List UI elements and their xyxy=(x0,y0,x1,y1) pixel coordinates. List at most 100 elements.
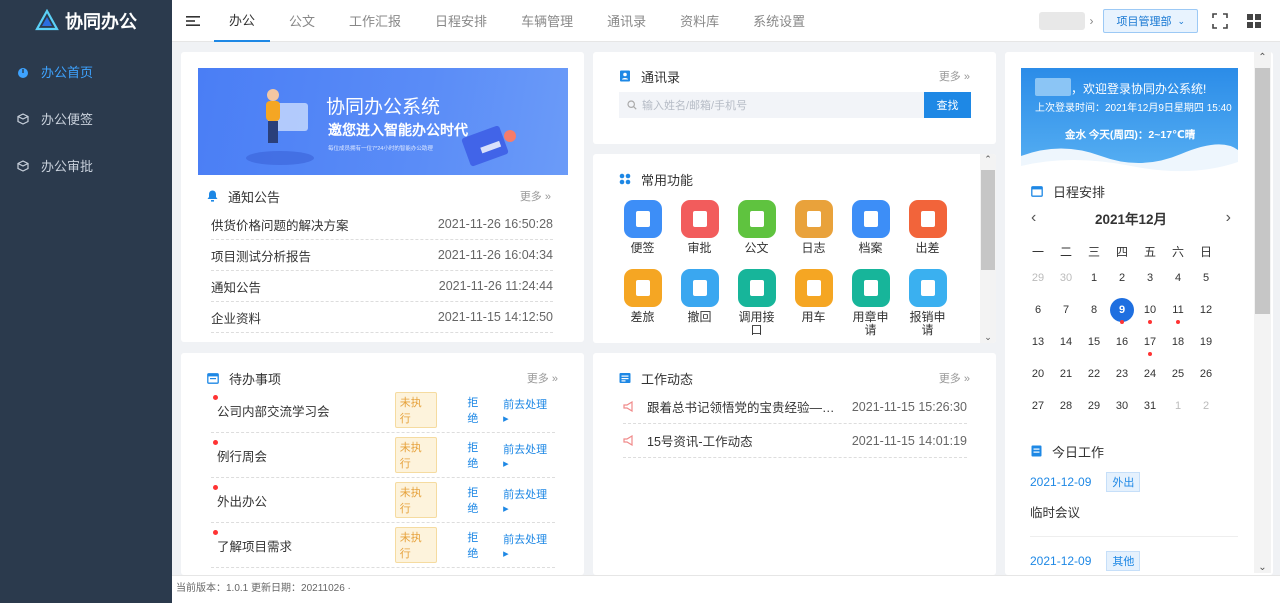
scroll-thumb[interactable] xyxy=(981,170,995,270)
reject-button[interactable]: 拒绝 xyxy=(467,439,489,471)
calendar-day[interactable]: 20 xyxy=(1024,358,1052,390)
notice-row[interactable]: 企业资料 2021-11-15 14:12:50 xyxy=(211,302,553,333)
contacts-title: 通讯录 xyxy=(641,69,681,85)
calendar-day[interactable]: 25 xyxy=(1164,358,1192,390)
menu-toggle-button[interactable] xyxy=(172,15,214,27)
contacts-more-link[interactable]: 更多 » xyxy=(939,68,970,84)
app-logo[interactable]: 协同办公 xyxy=(0,0,172,42)
calendar-day[interactable]: 29 xyxy=(1080,390,1108,422)
calendar-day[interactable]: 2 xyxy=(1192,390,1220,422)
todo-more-link[interactable]: 更多 » xyxy=(527,370,558,386)
logo-icon xyxy=(35,9,59,31)
scroll-thumb[interactable] xyxy=(1255,68,1270,314)
user-avatar[interactable] xyxy=(1039,12,1086,30)
reject-button[interactable]: 拒绝 xyxy=(467,394,489,426)
function-reimburse[interactable]: 报销申请 xyxy=(899,269,956,337)
calendar-day[interactable]: 22 xyxy=(1080,358,1108,390)
function-travel[interactable]: 差旅 xyxy=(614,269,671,337)
calendar-day[interactable]: 26 xyxy=(1192,358,1220,390)
function-archive[interactable]: 档案 xyxy=(842,200,899,255)
function-withdraw[interactable]: 撤回 xyxy=(671,269,728,337)
function-notes[interactable]: 便签 xyxy=(614,200,671,255)
process-button[interactable]: 前去处理 ▸ xyxy=(503,396,555,425)
tab-library[interactable]: 资料库 xyxy=(665,0,734,42)
grid-icon[interactable] xyxy=(1246,13,1262,29)
tab-vehicles[interactable]: 车辆管理 xyxy=(506,0,588,42)
calendar-day[interactable]: 29 xyxy=(1024,262,1052,294)
contact-search-input[interactable]: 输入姓名/邮箱/手机号 xyxy=(619,92,924,118)
calendar-day[interactable]: 12 xyxy=(1192,294,1220,326)
work-item[interactable]: 临时会议 xyxy=(1030,502,1238,537)
scroll-down-icon[interactable]: ⌄ xyxy=(1254,562,1271,573)
calendar-day[interactable]: 15 xyxy=(1080,326,1108,358)
function-log[interactable]: 日志 xyxy=(785,200,842,255)
notice-row[interactable]: 供货价格问题的解决方案 2021-11-26 16:50:28 xyxy=(211,209,553,240)
calendar-day[interactable]: 7 xyxy=(1052,294,1080,326)
calendar-day[interactable]: 19 xyxy=(1192,326,1220,358)
notice-row[interactable]: 通知公告 2021-11-26 11:24:44 xyxy=(211,271,553,302)
calendar-day[interactable]: 18 xyxy=(1164,326,1192,358)
sidebar-item-notes[interactable]: 办公便签 xyxy=(0,95,172,142)
process-button[interactable]: 前去处理 ▸ xyxy=(503,531,555,560)
calendar-day[interactable]: 31 xyxy=(1136,390,1164,422)
calendar-day[interactable]: 16 xyxy=(1108,326,1136,358)
calendar-day[interactable]: 30 xyxy=(1052,262,1080,294)
functions-scrollbar[interactable]: ⌃ ⌄ xyxy=(980,154,996,343)
scroll-down-icon[interactable]: ⌄ xyxy=(980,332,996,343)
notice-row[interactable]: 项目测试分析报告 2021-11-26 16:04:34 xyxy=(211,240,553,271)
calendar-day[interactable]: 14 xyxy=(1052,326,1080,358)
calendar-day[interactable]: 28 xyxy=(1052,390,1080,422)
news-row[interactable]: 15号资讯-工作动态 2021-11-15 14:01:19 xyxy=(623,424,967,458)
calendar-day[interactable]: 23 xyxy=(1108,358,1136,390)
function-vehicle[interactable]: 用车 xyxy=(785,269,842,337)
calendar-day[interactable]: 2 xyxy=(1108,262,1136,294)
fullscreen-icon[interactable] xyxy=(1212,13,1228,29)
tab-schedule[interactable]: 日程安排 xyxy=(420,0,502,42)
functions-title: 常用功能 xyxy=(641,172,694,188)
news-row-date: 2021-11-15 15:26:30 xyxy=(851,399,967,414)
calendar-day[interactable]: 24 xyxy=(1136,358,1164,390)
scroll-up-icon[interactable]: ⌃ xyxy=(980,154,996,168)
calendar-day[interactable]: 10 xyxy=(1136,294,1164,326)
calendar-day[interactable]: 5 xyxy=(1192,262,1220,294)
news-more-link[interactable]: 更多 » xyxy=(939,370,970,386)
calendar-day[interactable]: 3 xyxy=(1136,262,1164,294)
function-approval[interactable]: 审批 xyxy=(671,200,728,255)
chevron-right-icon[interactable]: › xyxy=(1226,209,1231,227)
calendar-day[interactable]: 30 xyxy=(1108,390,1136,422)
function-trip[interactable]: 出差 xyxy=(899,200,956,255)
calendar-day[interactable]: 11 xyxy=(1164,294,1192,326)
function-documents[interactable]: 公文 xyxy=(728,200,785,255)
process-button[interactable]: 前去处理 ▸ xyxy=(503,486,555,515)
search-button[interactable]: 查找 xyxy=(924,92,971,118)
tab-settings[interactable]: 系统设置 xyxy=(738,0,820,42)
page-scrollbar[interactable]: ⌃ ⌄ xyxy=(1254,52,1271,573)
tab-work-report[interactable]: 工作汇报 xyxy=(334,0,416,42)
department-dropdown[interactable]: 项目管理部 ⌄ xyxy=(1103,9,1198,33)
chevron-left-icon[interactable]: ‹ xyxy=(1031,209,1036,227)
function-seal[interactable]: 用章申请 xyxy=(842,269,899,337)
calendar-day[interactable]: 8 xyxy=(1080,294,1108,326)
notice-more-link[interactable]: 更多 » xyxy=(520,188,551,204)
calendar-day[interactable]: 17 xyxy=(1136,326,1164,358)
sidebar-item-approval[interactable]: 办公审批 xyxy=(0,142,172,189)
calendar-day[interactable]: 4 xyxy=(1164,262,1192,294)
calendar-day[interactable]: 1 xyxy=(1080,262,1108,294)
process-button[interactable]: 前去处理 ▸ xyxy=(503,441,555,470)
tab-documents[interactable]: 公文 xyxy=(274,0,330,42)
calendar-day[interactable]: 6 xyxy=(1024,294,1052,326)
news-row[interactable]: 跟着总书记领悟党的宝贵经验——坚持... 2021-11-15 15:26:30 xyxy=(623,390,967,424)
function-api[interactable]: 调用接口 xyxy=(728,269,785,337)
calendar-day[interactable]: 13 xyxy=(1024,326,1052,358)
calendar-day[interactable]: 1 xyxy=(1164,390,1192,422)
scroll-up-icon[interactable]: ⌃ xyxy=(1254,52,1271,66)
calendar-day[interactable]: 21 xyxy=(1052,358,1080,390)
calendar-day[interactable]: 27 xyxy=(1024,390,1052,422)
reject-button[interactable]: 拒绝 xyxy=(467,529,489,561)
tab-contacts[interactable]: 通讯录 xyxy=(592,0,661,42)
dashboard-icon xyxy=(18,67,28,78)
calendar-day[interactable]: 9 xyxy=(1108,294,1136,326)
sidebar-item-home[interactable]: 办公首页 xyxy=(0,48,172,95)
reject-button[interactable]: 拒绝 xyxy=(467,484,489,516)
tab-office[interactable]: 办公 xyxy=(214,0,271,42)
